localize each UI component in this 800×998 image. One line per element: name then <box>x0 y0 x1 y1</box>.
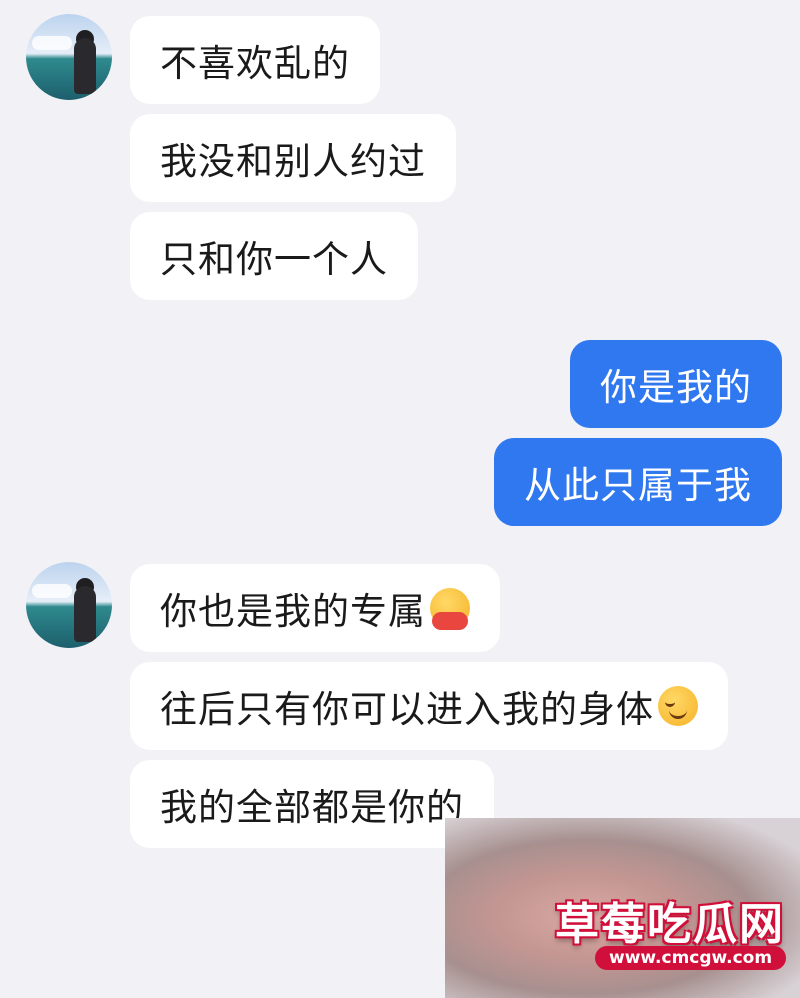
incoming-message-bubble[interactable]: 我没和别人约过 <box>130 114 456 202</box>
incoming-message-bubble[interactable]: 往后只有你可以进入我的身体 <box>130 662 728 750</box>
watermark-title: 草莓吃瓜网 <box>555 899 785 950</box>
avatar-figure <box>74 38 96 94</box>
message-text: 我没和别人约过 <box>160 140 426 183</box>
incoming-message-bubble[interactable]: 我的全部都是你的 <box>130 760 494 848</box>
incoming-message-bubble[interactable]: 不喜欢乱的 <box>130 16 380 104</box>
contact-avatar[interactable] <box>26 14 112 100</box>
smiling-face-icon <box>658 686 698 726</box>
watermark-overlay: 草莓吃瓜网 www.cmcgw.com <box>445 818 800 998</box>
outgoing-message-bubble[interactable]: 你是我的 <box>570 340 782 428</box>
avatar-cloud <box>32 584 72 598</box>
incoming-message-bubble[interactable]: 只和你一个人 <box>130 212 418 300</box>
avatar-cloud <box>32 36 72 50</box>
incoming-message-bubble[interactable]: 你也是我的专属 <box>130 564 500 652</box>
message-text: 往后只有你可以进入我的身体 <box>160 688 654 731</box>
contact-avatar[interactable] <box>26 562 112 648</box>
avatar-figure <box>74 586 96 642</box>
outgoing-message-bubble[interactable]: 从此只属于我 <box>494 438 782 526</box>
message-text: 我的全部都是你的 <box>160 786 464 829</box>
message-text: 你也是我的专属 <box>160 590 426 633</box>
message-text: 只和你一个人 <box>160 238 388 281</box>
message-text: 不喜欢乱的 <box>160 42 350 85</box>
message-text: 从此只属于我 <box>524 464 752 507</box>
watermark-url: www.cmcgw.com <box>595 946 787 970</box>
message-text: 你是我的 <box>600 366 752 409</box>
hugging-face-icon <box>430 588 470 630</box>
